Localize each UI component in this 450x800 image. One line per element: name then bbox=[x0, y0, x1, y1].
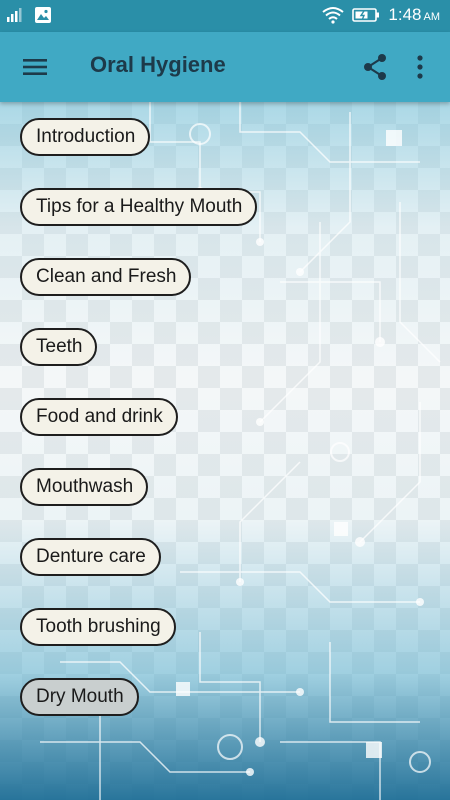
topic-list: Introduction Tips for a Healthy Mouth Cl… bbox=[20, 118, 258, 748]
signal-icon bbox=[7, 8, 22, 22]
topic-item-mouthwash[interactable]: Mouthwash bbox=[20, 468, 149, 506]
more-options-button[interactable] bbox=[408, 52, 432, 82]
page-title: Oral Hygiene bbox=[90, 52, 226, 77]
topic-item-food-and-drink[interactable]: Food and drink bbox=[20, 398, 178, 436]
clock: 1:48 AM bbox=[388, 5, 440, 25]
status-right: 1:48 AM bbox=[322, 5, 440, 25]
clock-ampm: AM bbox=[423, 11, 441, 23]
battery-icon bbox=[352, 8, 380, 22]
topic-item-teeth[interactable]: Teeth bbox=[20, 328, 98, 366]
app-bar: Oral Hygiene bbox=[0, 32, 450, 102]
topic-item-introduction[interactable]: Introduction bbox=[20, 118, 151, 156]
topic-item-denture-care[interactable]: Denture care bbox=[20, 538, 161, 576]
more-vert-icon bbox=[417, 55, 423, 79]
status-left-icons bbox=[6, 6, 52, 24]
share-icon bbox=[364, 54, 386, 80]
content-area[interactable]: Introduction Tips for a Healthy Mouth Cl… bbox=[0, 102, 450, 800]
topic-item-dry-mouth[interactable]: Dry Mouth bbox=[20, 678, 139, 716]
topic-item-clean-and-fresh[interactable]: Clean and Fresh bbox=[20, 258, 192, 296]
topic-item-tips-for-a-healthy-mouth[interactable]: Tips for a Healthy Mouth bbox=[20, 188, 258, 226]
share-button[interactable] bbox=[360, 52, 390, 82]
status-bar: 1:48 AM bbox=[0, 0, 450, 32]
wifi-icon bbox=[322, 7, 345, 24]
menu-icon bbox=[23, 59, 47, 75]
menu-button[interactable] bbox=[20, 54, 50, 80]
clock-time: 1:48 bbox=[388, 5, 422, 24]
topic-item-tooth-brushing[interactable]: Tooth brushing bbox=[20, 608, 176, 646]
image-notification-icon bbox=[35, 7, 51, 23]
